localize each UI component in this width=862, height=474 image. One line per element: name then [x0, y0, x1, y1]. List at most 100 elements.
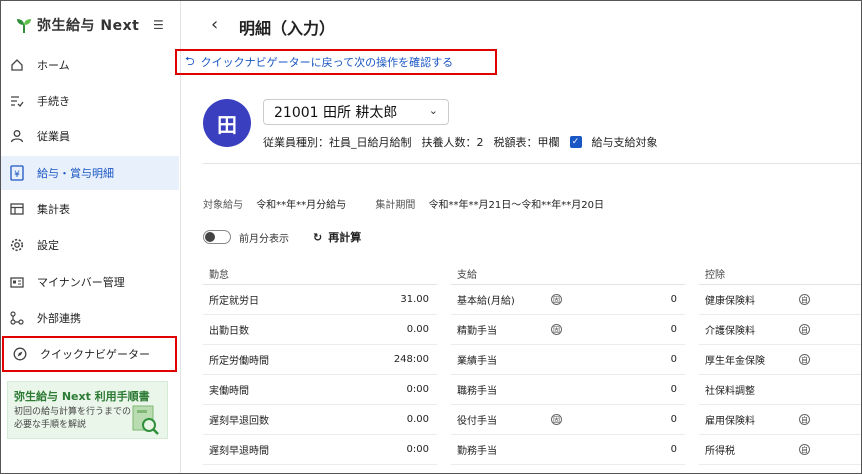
- period-info: 対象給与 令和**年**月分給与 集計期間 令和**年**月21日～令和**年*…: [203, 196, 630, 211]
- payment-column: 支給 基本給(月給) 固 0 精勤手当固 0 業績手当 0 職務手当 0 役付手当固 0 勤…: [451, 263, 685, 465]
- magnifier-document-icon: [132, 405, 159, 435]
- employee-select-value: 21001 田所 耕太郎: [274, 105, 398, 121]
- manual-banner[interactable]: 弥生給与 Next 利用手順書 初回の給与計算を行うまでの必要な手順を解説: [7, 381, 168, 439]
- chevron-left-icon[interactable]: ‹: [211, 14, 218, 35]
- auto-tag-icon: 自: [799, 324, 810, 335]
- table-row[interactable]: 職務手当 0: [451, 375, 685, 405]
- dependents: 扶養人数：2: [421, 136, 484, 149]
- chevron-down-icon: ⌄: [428, 104, 438, 117]
- sidebar-item-label: マイナンバー管理: [37, 276, 125, 289]
- sidebar-item-label: ホーム: [37, 59, 70, 72]
- row-label: 精勤手当: [457, 326, 497, 337]
- row-label: 所定労働時間: [209, 356, 269, 367]
- table-row[interactable]: 基本給(月給) 固 0: [451, 285, 685, 315]
- back-to-quick-navigator-link[interactable]: ⮌ クイックナビゲーターに戻って次の操作を確認する: [175, 49, 497, 75]
- gear-icon: [9, 237, 25, 253]
- attendance-column: 勤怠 所定就労日 31.00 出勤日数 0.00 所定労働時間 248:00 実働時間…: [203, 263, 437, 465]
- compass-icon: [12, 346, 28, 362]
- table-icon: [9, 201, 25, 217]
- app-window: 弥生給与 Next ☰ ホーム 手続き 従業員 ¥ 給与・賞与明細 集計表 設定…: [0, 0, 862, 474]
- brand: 弥生給与 Next ☰: [1, 1, 180, 49]
- refresh-icon: ↻: [313, 230, 323, 244]
- sidebar-item-label: 給与・賞与明細: [37, 167, 114, 180]
- row-label: 役付手当: [457, 416, 497, 427]
- home-icon: [9, 57, 25, 73]
- sidebar-item-label: 集計表: [37, 203, 70, 216]
- sidebar-item-payslips[interactable]: ¥ 給与・賞与明細: [1, 156, 179, 190]
- row-label: 介護保険料: [705, 326, 755, 337]
- row-label: 基本給(月給): [457, 296, 515, 307]
- fixed-tag-icon: 固: [551, 414, 562, 425]
- logo-icon: [17, 19, 31, 33]
- recalculate-label: 再計算: [328, 231, 362, 244]
- payment-header: 支給: [451, 263, 685, 285]
- sidebar-item-label: 外部連携: [37, 312, 81, 325]
- table-row[interactable]: 厚生年金保険 自: [699, 345, 861, 375]
- sidebar-item-employees[interactable]: 従業員: [1, 119, 179, 153]
- sidebar-item-settings[interactable]: 設定: [1, 228, 179, 262]
- aggregation-period-label: 集計期間: [375, 200, 416, 211]
- table-row[interactable]: 介護保険料 自: [699, 315, 861, 345]
- row-value: 0: [670, 384, 677, 395]
- table-row[interactable]: 精勤手当 固 0: [451, 315, 685, 345]
- sidebar-item-home[interactable]: ホーム: [1, 48, 179, 82]
- table-row[interactable]: 所定労働時間 248:00: [203, 345, 437, 375]
- auto-tag-icon: 自: [799, 354, 810, 365]
- table-row[interactable]: 遅刻早退時間 0:00: [203, 435, 437, 465]
- avatar: 田: [203, 99, 251, 147]
- table-row[interactable]: 出勤日数 0.00: [203, 315, 437, 345]
- manual-banner-subtitle: 初回の給与計算を行うまでの必要な手順を解説: [14, 407, 132, 430]
- table-row[interactable]: 所得税 自: [699, 435, 861, 465]
- connect-icon: [9, 310, 25, 326]
- sidebar-item-label: 手続き: [37, 95, 70, 108]
- target-salary-value: 令和**年**月分給与: [256, 200, 347, 211]
- manual-banner-title: 弥生給与 Next 利用手順書: [14, 390, 150, 403]
- table-row[interactable]: 社保料調整: [699, 375, 861, 405]
- fixed-tag-icon: 固: [551, 324, 562, 335]
- table-row[interactable]: 実働時間 0:00: [203, 375, 437, 405]
- fixed-tag-icon: 固: [551, 294, 562, 305]
- sidebar-item-label: 設定: [37, 239, 59, 252]
- row-value: 0:00: [406, 384, 429, 395]
- list-check-icon: [9, 93, 25, 109]
- table-row[interactable]: 雇用保険料 自: [699, 405, 861, 435]
- auto-tag-icon: 自: [799, 444, 810, 455]
- auto-tag-icon: 自: [799, 414, 810, 425]
- employee-select[interactable]: 21001 田所 耕太郎 ⌄: [263, 99, 449, 125]
- row-label: 社保料調整: [705, 386, 755, 397]
- prev-month-toggle[interactable]: [203, 230, 231, 244]
- row-value: 0: [670, 444, 677, 455]
- sidebar-item-procedures[interactable]: 手続き: [1, 84, 179, 118]
- table-row[interactable]: 業績手当 0: [451, 345, 685, 375]
- table-row[interactable]: 健康保険料 自: [699, 285, 861, 315]
- sidebar-item-summary[interactable]: 集計表: [1, 192, 179, 226]
- row-value: 0:00: [406, 444, 429, 455]
- collapse-sidebar-icon[interactable]: ☰: [153, 18, 164, 32]
- table-row[interactable]: 所定就労日 31.00: [203, 285, 437, 315]
- row-label: 勤務手当: [457, 446, 497, 457]
- row-label: 厚生年金保険: [705, 356, 765, 367]
- recalculate-button[interactable]: ↻ 再計算: [313, 229, 361, 245]
- row-label: 出勤日数: [209, 326, 249, 337]
- payroll-target-checkbox[interactable]: ✓: [569, 136, 582, 148]
- svg-text:¥: ¥: [14, 170, 20, 180]
- row-label: 遅刻早退回数: [209, 416, 269, 427]
- row-value: 0: [670, 294, 677, 305]
- row-label: 実働時間: [209, 386, 249, 397]
- sidebar-item-quick-navigator[interactable]: クイックナビゲーター: [2, 336, 177, 372]
- deduction-header: 控除: [699, 263, 861, 285]
- attendance-header: 勤怠: [203, 263, 437, 285]
- table-row[interactable]: 遅刻早退回数 0.00: [203, 405, 437, 435]
- table-row[interactable]: 勤務手当 0: [451, 435, 685, 465]
- sidebar-item-integrations[interactable]: 外部連携: [1, 301, 179, 335]
- toggle-knob: [205, 232, 215, 242]
- row-label: 所得税: [705, 446, 735, 457]
- row-value: 0: [670, 354, 677, 365]
- table-row[interactable]: 役付手当 固 0: [451, 405, 685, 435]
- row-value: 0.00: [406, 324, 429, 335]
- yen-icon: ¥: [9, 165, 25, 181]
- sidebar-item-mynumber[interactable]: マイナンバー管理: [1, 265, 179, 299]
- row-label: 遅刻早退時間: [209, 446, 269, 457]
- row-value: 248:00: [393, 354, 429, 365]
- main-content: ‹ 明細（入力） ⮌ クイックナビゲーターに戻って次の操作を確認する 田 210…: [175, 1, 861, 473]
